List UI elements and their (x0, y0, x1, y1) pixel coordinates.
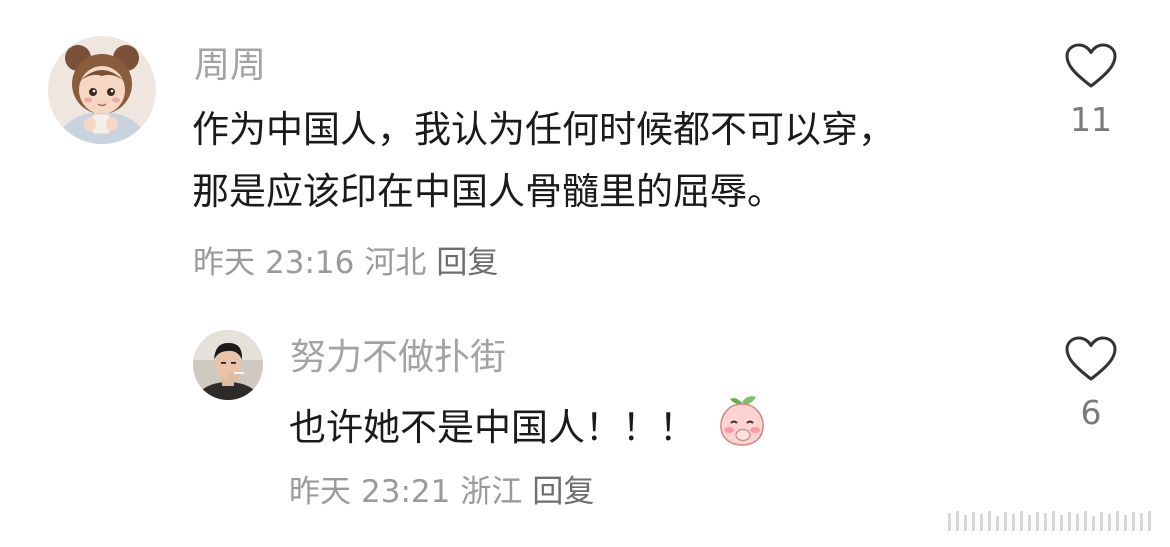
comment-location: 河北 (364, 245, 427, 281)
reply-button[interactable]: 回复 (532, 474, 594, 510)
user-avatar[interactable] (193, 330, 263, 400)
comment-meta: 昨天 23:16 河北 回复 (193, 243, 508, 283)
watermark-logo-icon (948, 509, 1158, 537)
comment-date: 昨天 (289, 474, 351, 510)
like-button[interactable]: 6 (1056, 335, 1126, 433)
comment-time: 23:21 (361, 474, 451, 510)
comment-username[interactable]: 努力不做扑街 (290, 336, 506, 380)
comment-content-line: 那是应该印在中国人骨髓里的屈辱。 (192, 170, 784, 213)
like-button[interactable]: 11 (1056, 42, 1126, 140)
user-avatar[interactable] (48, 36, 156, 144)
heart-icon (1065, 43, 1117, 88)
cartoon-girl-avatar-icon (48, 36, 156, 144)
comment-content-line: 作为中国人，我认为任何时候都不可以穿， (192, 108, 895, 151)
comment-content-line: 也许她不是中国人！！！ (289, 406, 696, 449)
like-count: 6 (1080, 393, 1102, 432)
comment-meta: 昨天 23:21 浙江 回复 (289, 472, 604, 512)
comment-content: 也许她不是中国人！！！ (289, 392, 770, 467)
comment-location: 浙江 (460, 474, 523, 510)
comment-content: 作为中国人，我认为任何时候都不可以穿， 那是应该印在中国人骨髓里的屈辱。 (192, 99, 895, 223)
shy-peach-emoji-icon (714, 392, 770, 467)
heart-icon (1065, 336, 1117, 381)
comment-time: 23:16 (265, 245, 355, 281)
comment-date: 昨天 (193, 245, 255, 281)
like-count: 11 (1070, 100, 1112, 139)
man-photo-avatar-icon (193, 330, 263, 400)
comment-username[interactable]: 周周 (194, 44, 266, 88)
reply-button[interactable]: 回复 (436, 245, 498, 281)
